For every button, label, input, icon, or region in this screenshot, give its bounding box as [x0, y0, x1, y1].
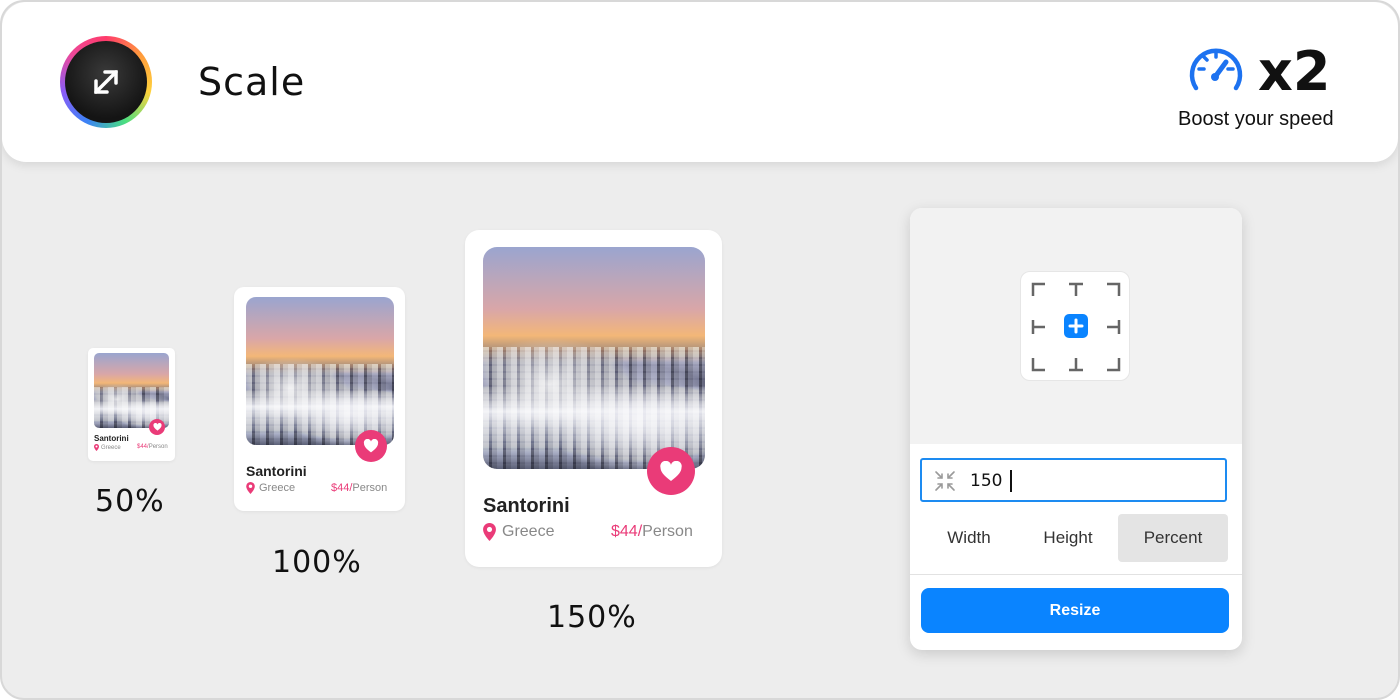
card-title: Santorini: [246, 463, 307, 479]
scale-app-icon: [60, 36, 152, 128]
card-preview-100: Santorini Greece $44/Person: [234, 287, 405, 511]
expand-arrows-icon: [94, 70, 118, 94]
speed-caption: Boost your speed: [1178, 108, 1334, 130]
card-location: Greece: [483, 523, 554, 541]
app-frame: Scale x2 Boost your speed Santorini Gree…: [0, 0, 1400, 700]
mode-height-button[interactable]: Height: [1019, 514, 1117, 562]
location-pin-icon: [94, 444, 99, 451]
card-location: Greece: [94, 444, 121, 451]
shrink-arrows-icon: [935, 471, 955, 491]
panel-divider: [910, 574, 1242, 575]
scale-label-50: 50%: [95, 484, 165, 519]
speed-multiplier: x2: [1258, 40, 1331, 103]
card-location: Greece: [246, 482, 295, 494]
location-pin-icon: [483, 523, 496, 541]
scale-value-input[interactable]: 150: [920, 458, 1227, 502]
scale-label-150: 150%: [547, 600, 637, 635]
speedometer-icon: [1189, 48, 1243, 91]
card-price: $44/Person: [137, 444, 168, 450]
favorite-heart-icon[interactable]: [355, 430, 387, 462]
card-title: Santorini: [94, 434, 129, 443]
anchor-top-center-icon[interactable]: [1066, 280, 1086, 300]
header: Scale x2 Boost your speed: [2, 2, 1398, 162]
scale-label-100: 100%: [272, 545, 362, 580]
santorini-photo: [246, 297, 394, 445]
santorini-photo: [483, 247, 705, 469]
anchor-bottom-left-icon[interactable]: [1029, 354, 1049, 374]
anchor-center-icon[interactable]: [1064, 314, 1088, 338]
anchor-middle-left-icon[interactable]: [1029, 317, 1049, 337]
anchor-grid: [1020, 271, 1130, 381]
input-value: 150: [970, 471, 1003, 491]
mode-percent-button[interactable]: Percent: [1118, 514, 1228, 562]
page-title: Scale: [198, 60, 306, 104]
card-preview-150: Santorini Greece $44/Person: [465, 230, 722, 567]
favorite-heart-icon[interactable]: [647, 447, 695, 495]
text-caret: [1010, 470, 1012, 492]
anchor-middle-right-icon[interactable]: [1103, 317, 1123, 337]
card-preview-50: Santorini Greece $44/Person: [88, 348, 175, 461]
location-pin-icon: [246, 482, 255, 494]
card-title: Santorini: [483, 495, 570, 517]
anchor-bottom-right-icon[interactable]: [1103, 354, 1123, 374]
mode-width-button[interactable]: Width: [920, 514, 1018, 562]
speed-badge: x2 Boost your speed: [1172, 40, 1352, 140]
resize-panel: 150 Width Height Percent Resize: [910, 208, 1242, 650]
anchor-top-left-icon[interactable]: [1029, 280, 1049, 300]
card-price: $44/Person: [611, 523, 693, 540]
anchor-top-right-icon[interactable]: [1103, 280, 1123, 300]
anchor-area: [910, 208, 1242, 444]
card-price: $44/Person: [331, 482, 388, 494]
resize-button[interactable]: Resize: [921, 588, 1229, 633]
anchor-bottom-center-icon[interactable]: [1066, 354, 1086, 374]
favorite-heart-icon[interactable]: [149, 419, 165, 435]
santorini-photo: [94, 353, 169, 428]
